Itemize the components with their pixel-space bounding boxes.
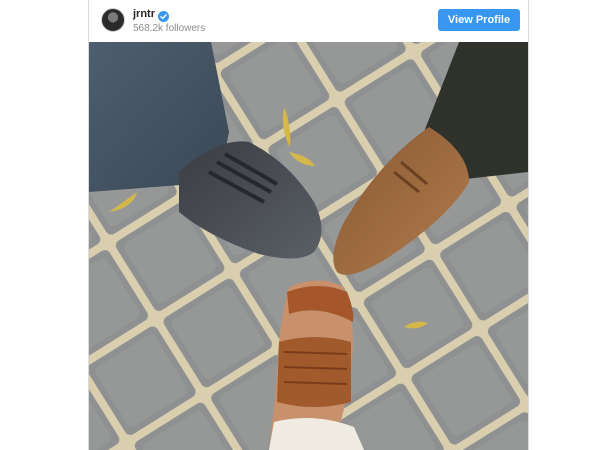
feet-photo-image xyxy=(89,42,528,450)
instagram-post-card: jrntr 568.2k followers View Profile xyxy=(88,0,529,450)
followers-count: 568.2k followers xyxy=(133,23,206,34)
avatar[interactable] xyxy=(101,8,125,32)
post-photo[interactable] xyxy=(89,42,528,450)
verified-badge-icon xyxy=(158,9,169,22)
username-row: jrntr xyxy=(133,7,205,22)
username[interactable]: jrntr xyxy=(133,8,155,20)
kolhapuri-sandal-strap xyxy=(277,337,351,407)
account-info: jrntr 568.2k followers xyxy=(133,7,205,34)
post-header: jrntr 568.2k followers View Profile xyxy=(89,0,528,42)
view-profile-button[interactable]: View Profile xyxy=(438,9,520,31)
